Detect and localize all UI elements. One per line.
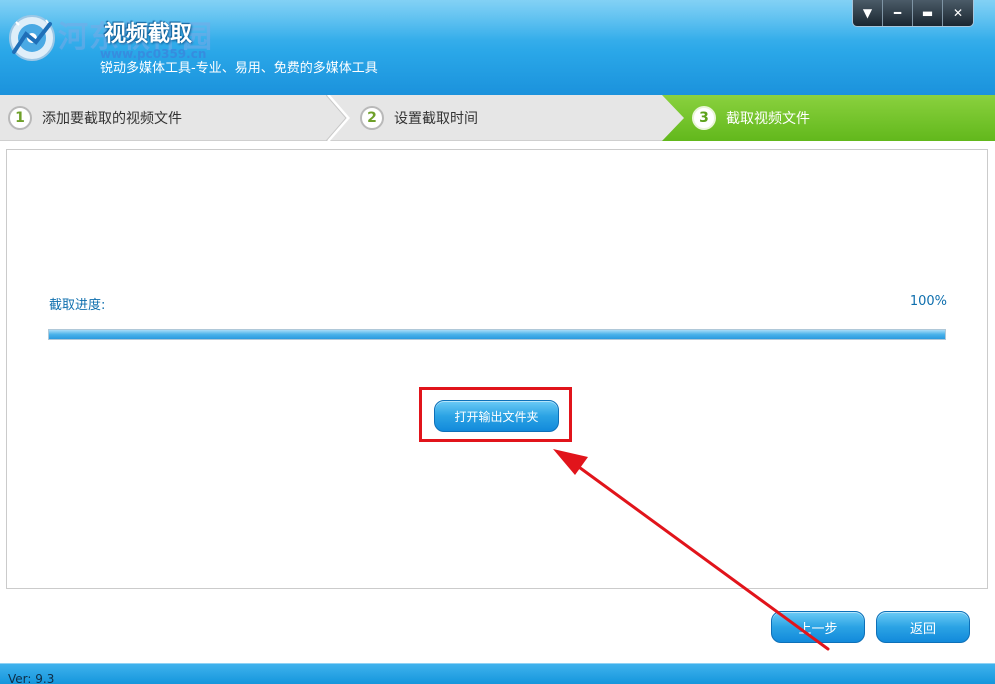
step-number: 3 [692, 106, 716, 130]
open-output-folder-button[interactable]: 打开输出文件夹 [434, 400, 559, 432]
main-panel: 截取进度: 100% 打开输出文件夹 [6, 149, 988, 589]
step-separator-icon [326, 95, 350, 141]
step-number: 2 [360, 106, 384, 130]
progress-percent: 100% [909, 294, 947, 309]
version-label: Ver: 9.3 [8, 672, 55, 684]
step-label: 设置截取时间 [394, 111, 478, 127]
app-title: 视频截取 [104, 22, 193, 47]
maximize-button[interactable]: ▬ [913, 0, 943, 26]
minimize-button[interactable]: ━ [883, 0, 913, 26]
minimize-icon: ━ [893, 6, 902, 20]
step-1: 1 添加要截取的视频文件 [8, 95, 182, 141]
previous-step-button[interactable]: 上一步 [771, 611, 865, 643]
close-button[interactable]: ✕ [943, 0, 973, 26]
progress-bar [48, 329, 946, 340]
wizard-steps: 1 添加要截取的视频文件 2 设置截取时间 3 截取视频文件 [0, 95, 995, 141]
step-2: 2 设置截取时间 [360, 95, 478, 141]
title-bar: 河东软件园 视频截取 www.pc0359.cn 锐动多媒体工具-专业、易用、免… [0, 0, 995, 95]
dropdown-icon: ▼ [862, 6, 873, 20]
back-button[interactable]: 返回 [876, 611, 970, 643]
progress-label: 截取进度: [49, 298, 106, 313]
progress-fill [49, 330, 945, 339]
window-controls: ▼ ━ ▬ ✕ [852, 0, 974, 27]
step-number: 1 [8, 106, 32, 130]
step-3: 3 截取视频文件 [692, 95, 810, 141]
close-icon: ✕ [952, 6, 964, 20]
app-logo-icon [9, 15, 55, 61]
step-label: 截取视频文件 [726, 111, 810, 127]
status-bar: Ver: 9.3 [0, 663, 995, 684]
app-subtitle: 锐动多媒体工具-专业、易用、免费的多媒体工具 [100, 61, 378, 76]
step-label: 添加要截取的视频文件 [42, 111, 182, 127]
maximize-icon: ▬ [921, 6, 934, 20]
menu-dropdown-button[interactable]: ▼ [853, 0, 883, 26]
